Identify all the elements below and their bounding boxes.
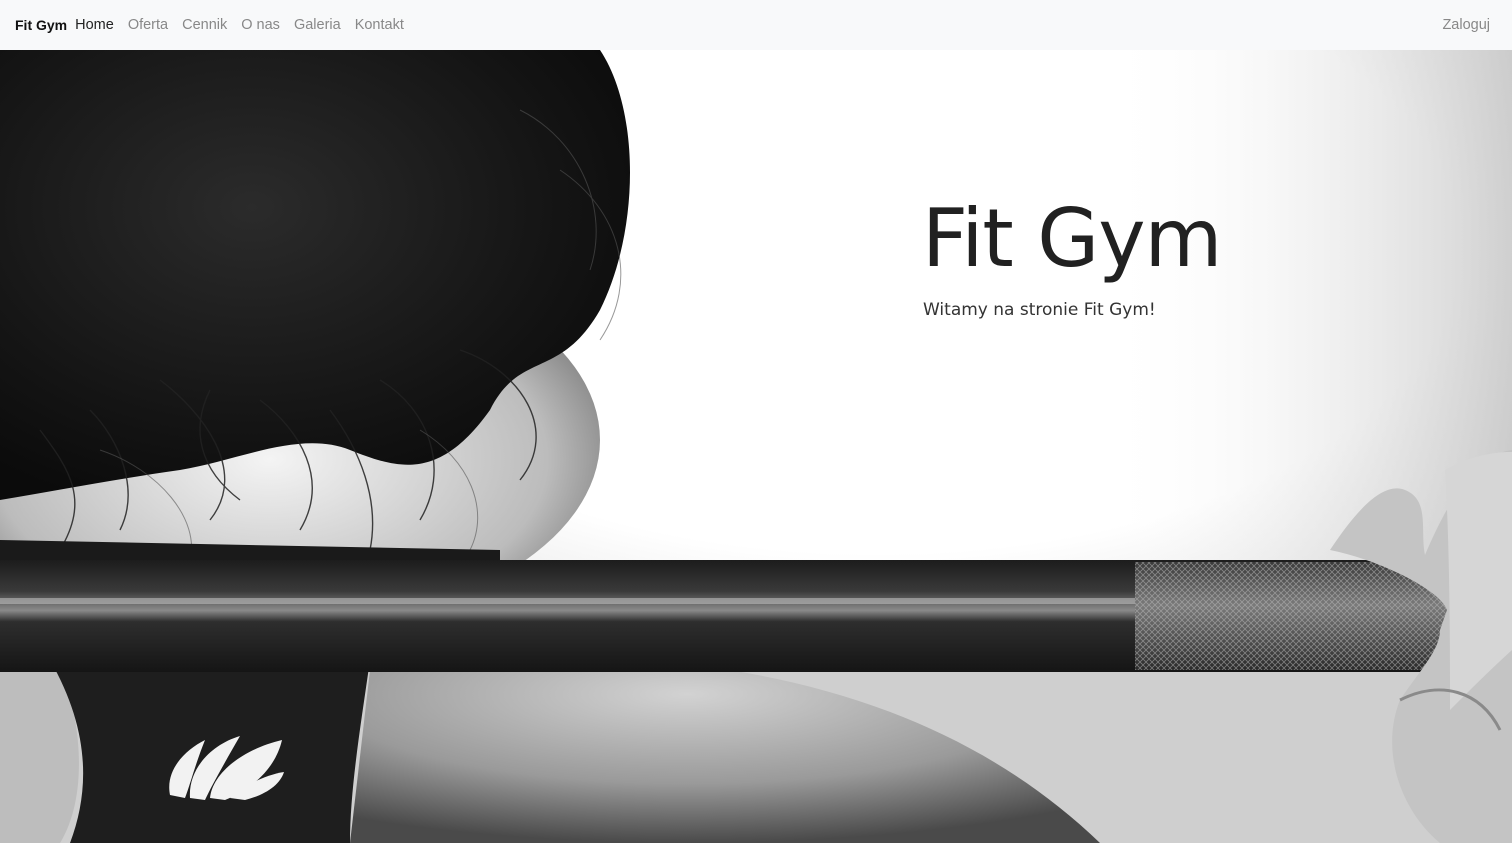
hero-title: Fit Gym (922, 192, 1222, 285)
login-link[interactable]: Zaloguj (1442, 17, 1490, 33)
hero-background-photo (0, 50, 1512, 843)
hero-subtitle: Witamy na stronie Fit Gym! (923, 300, 1156, 320)
nav-link-kontakt[interactable]: Kontakt (355, 17, 404, 33)
hero-section: Fit Gym Witamy na stronie Fit Gym! (0, 50, 1512, 843)
nav-link-galeria[interactable]: Galeria (294, 17, 341, 33)
nav-links: Home Oferta Cennik O nas Galeria Kontakt (75, 17, 404, 33)
nav-link-cennik[interactable]: Cennik (182, 17, 227, 33)
nav-link-oferta[interactable]: Oferta (128, 17, 168, 33)
nav-link-o-nas[interactable]: O nas (241, 17, 280, 33)
nav-link-home[interactable]: Home (75, 17, 114, 33)
top-navbar: Fit Gym Home Oferta Cennik O nas Galeria… (0, 0, 1512, 50)
brand-link[interactable]: Fit Gym (15, 17, 67, 33)
